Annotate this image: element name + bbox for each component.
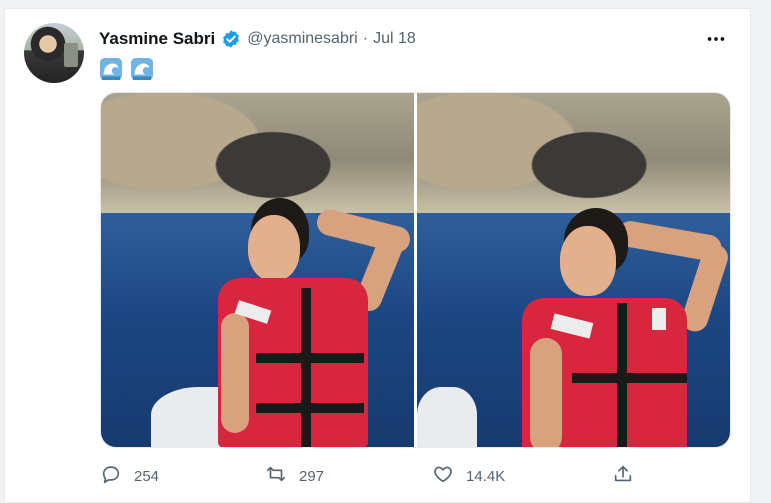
tweet-date[interactable]: Jul 18 [373, 30, 416, 48]
author-handle[interactable]: @yasminesabri [247, 30, 358, 48]
cliff-background [417, 93, 730, 214]
retweet-button[interactable]: 297 [265, 463, 324, 490]
heart-icon [432, 463, 454, 490]
author-name[interactable]: Yasmine Sabri [99, 29, 215, 49]
like-button[interactable]: 14.4K [432, 463, 505, 490]
photo-2[interactable] [417, 93, 730, 447]
person-figure [522, 208, 730, 447]
more-dots-icon[interactable] [704, 27, 728, 51]
wave-emoji-icon [131, 58, 154, 81]
reply-count: 254 [134, 468, 160, 485]
retweet-count: 297 [299, 468, 325, 485]
tweet-actions: 254 297 14.4K [100, 463, 640, 491]
avatar[interactable] [24, 23, 84, 83]
reply-icon [100, 463, 122, 490]
tweet-header: Yasmine Sabri @yasminesabri · Jul 18 [99, 27, 416, 51]
wave-emoji-icon [100, 58, 122, 81]
person-figure [216, 193, 414, 447]
verified-badge-icon [221, 29, 241, 49]
photo-1[interactable] [101, 93, 414, 447]
tweet-card[interactable]: Yasmine Sabri @yasminesabri · Jul 18 254… [4, 8, 751, 503]
share-button[interactable] [612, 463, 634, 490]
separator-dot: · [362, 30, 369, 47]
share-icon [612, 463, 634, 490]
media-grid [100, 92, 731, 448]
reply-button[interactable]: 254 [100, 463, 159, 490]
boat-bow [417, 387, 477, 447]
retweet-icon [265, 463, 287, 490]
tweet-text [100, 55, 156, 81]
like-count: 14.4K [466, 468, 506, 485]
